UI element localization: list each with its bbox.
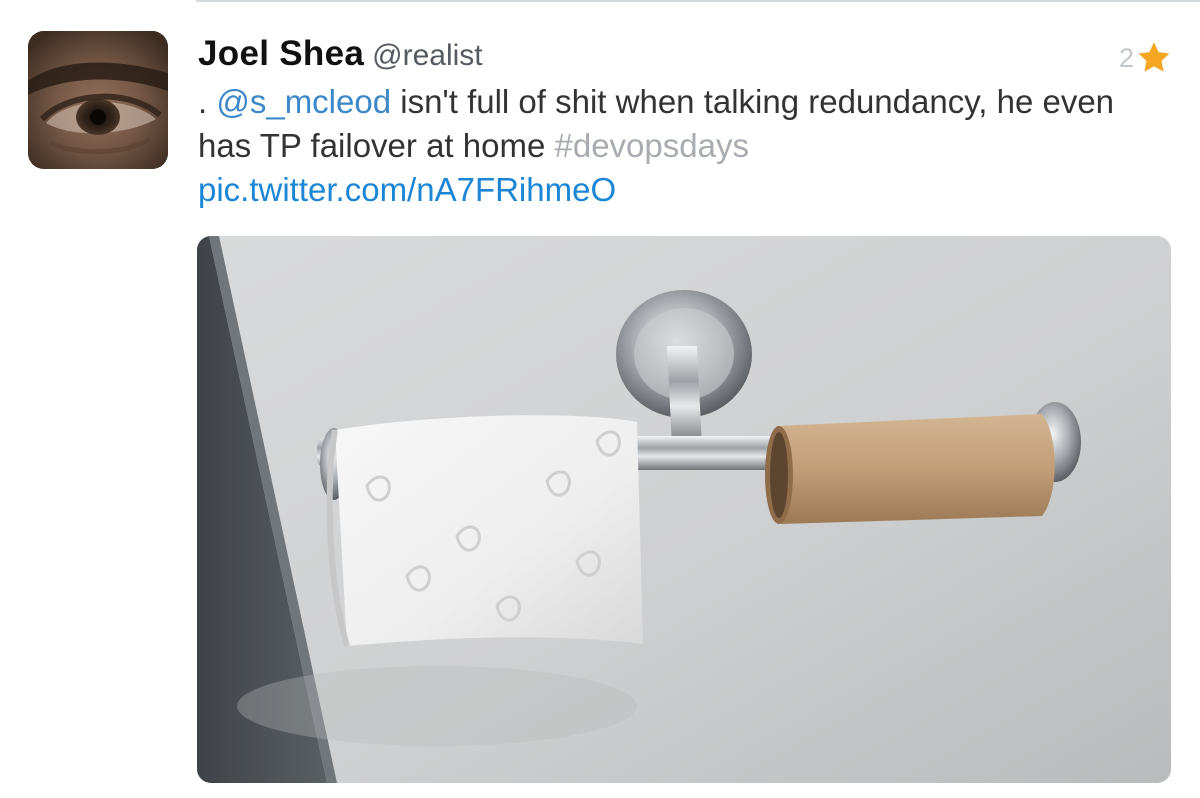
tweet-header: Joel Shea @realist [198,34,483,78]
author-handle[interactable]: @realist [372,39,482,72]
avatar[interactable] [28,31,168,169]
tweet-text: . @s_mcleod isn't full of shit when talk… [198,80,1168,212]
mention-link[interactable]: @s_mcleod [216,83,391,120]
text-prefix: . [198,83,217,120]
favorite-control[interactable]: 2 [1119,40,1172,76]
media-photo[interactable] [197,236,1171,783]
divider [196,0,1200,2]
toilet-paper-photo [197,236,1171,783]
avatar-image [28,31,168,169]
star-icon[interactable] [1136,40,1172,76]
hashtag-link[interactable]: #devopsdays [554,127,748,164]
media-link[interactable]: pic.twitter.com/nA7FRihmeO [198,171,616,208]
favorite-count: 2 [1118,42,1134,73]
tweet-detail: Joel Shea @realist 2 . @s_mcleod isn't fu… [0,0,1200,798]
author-name[interactable]: Joel Shea [198,34,364,73]
